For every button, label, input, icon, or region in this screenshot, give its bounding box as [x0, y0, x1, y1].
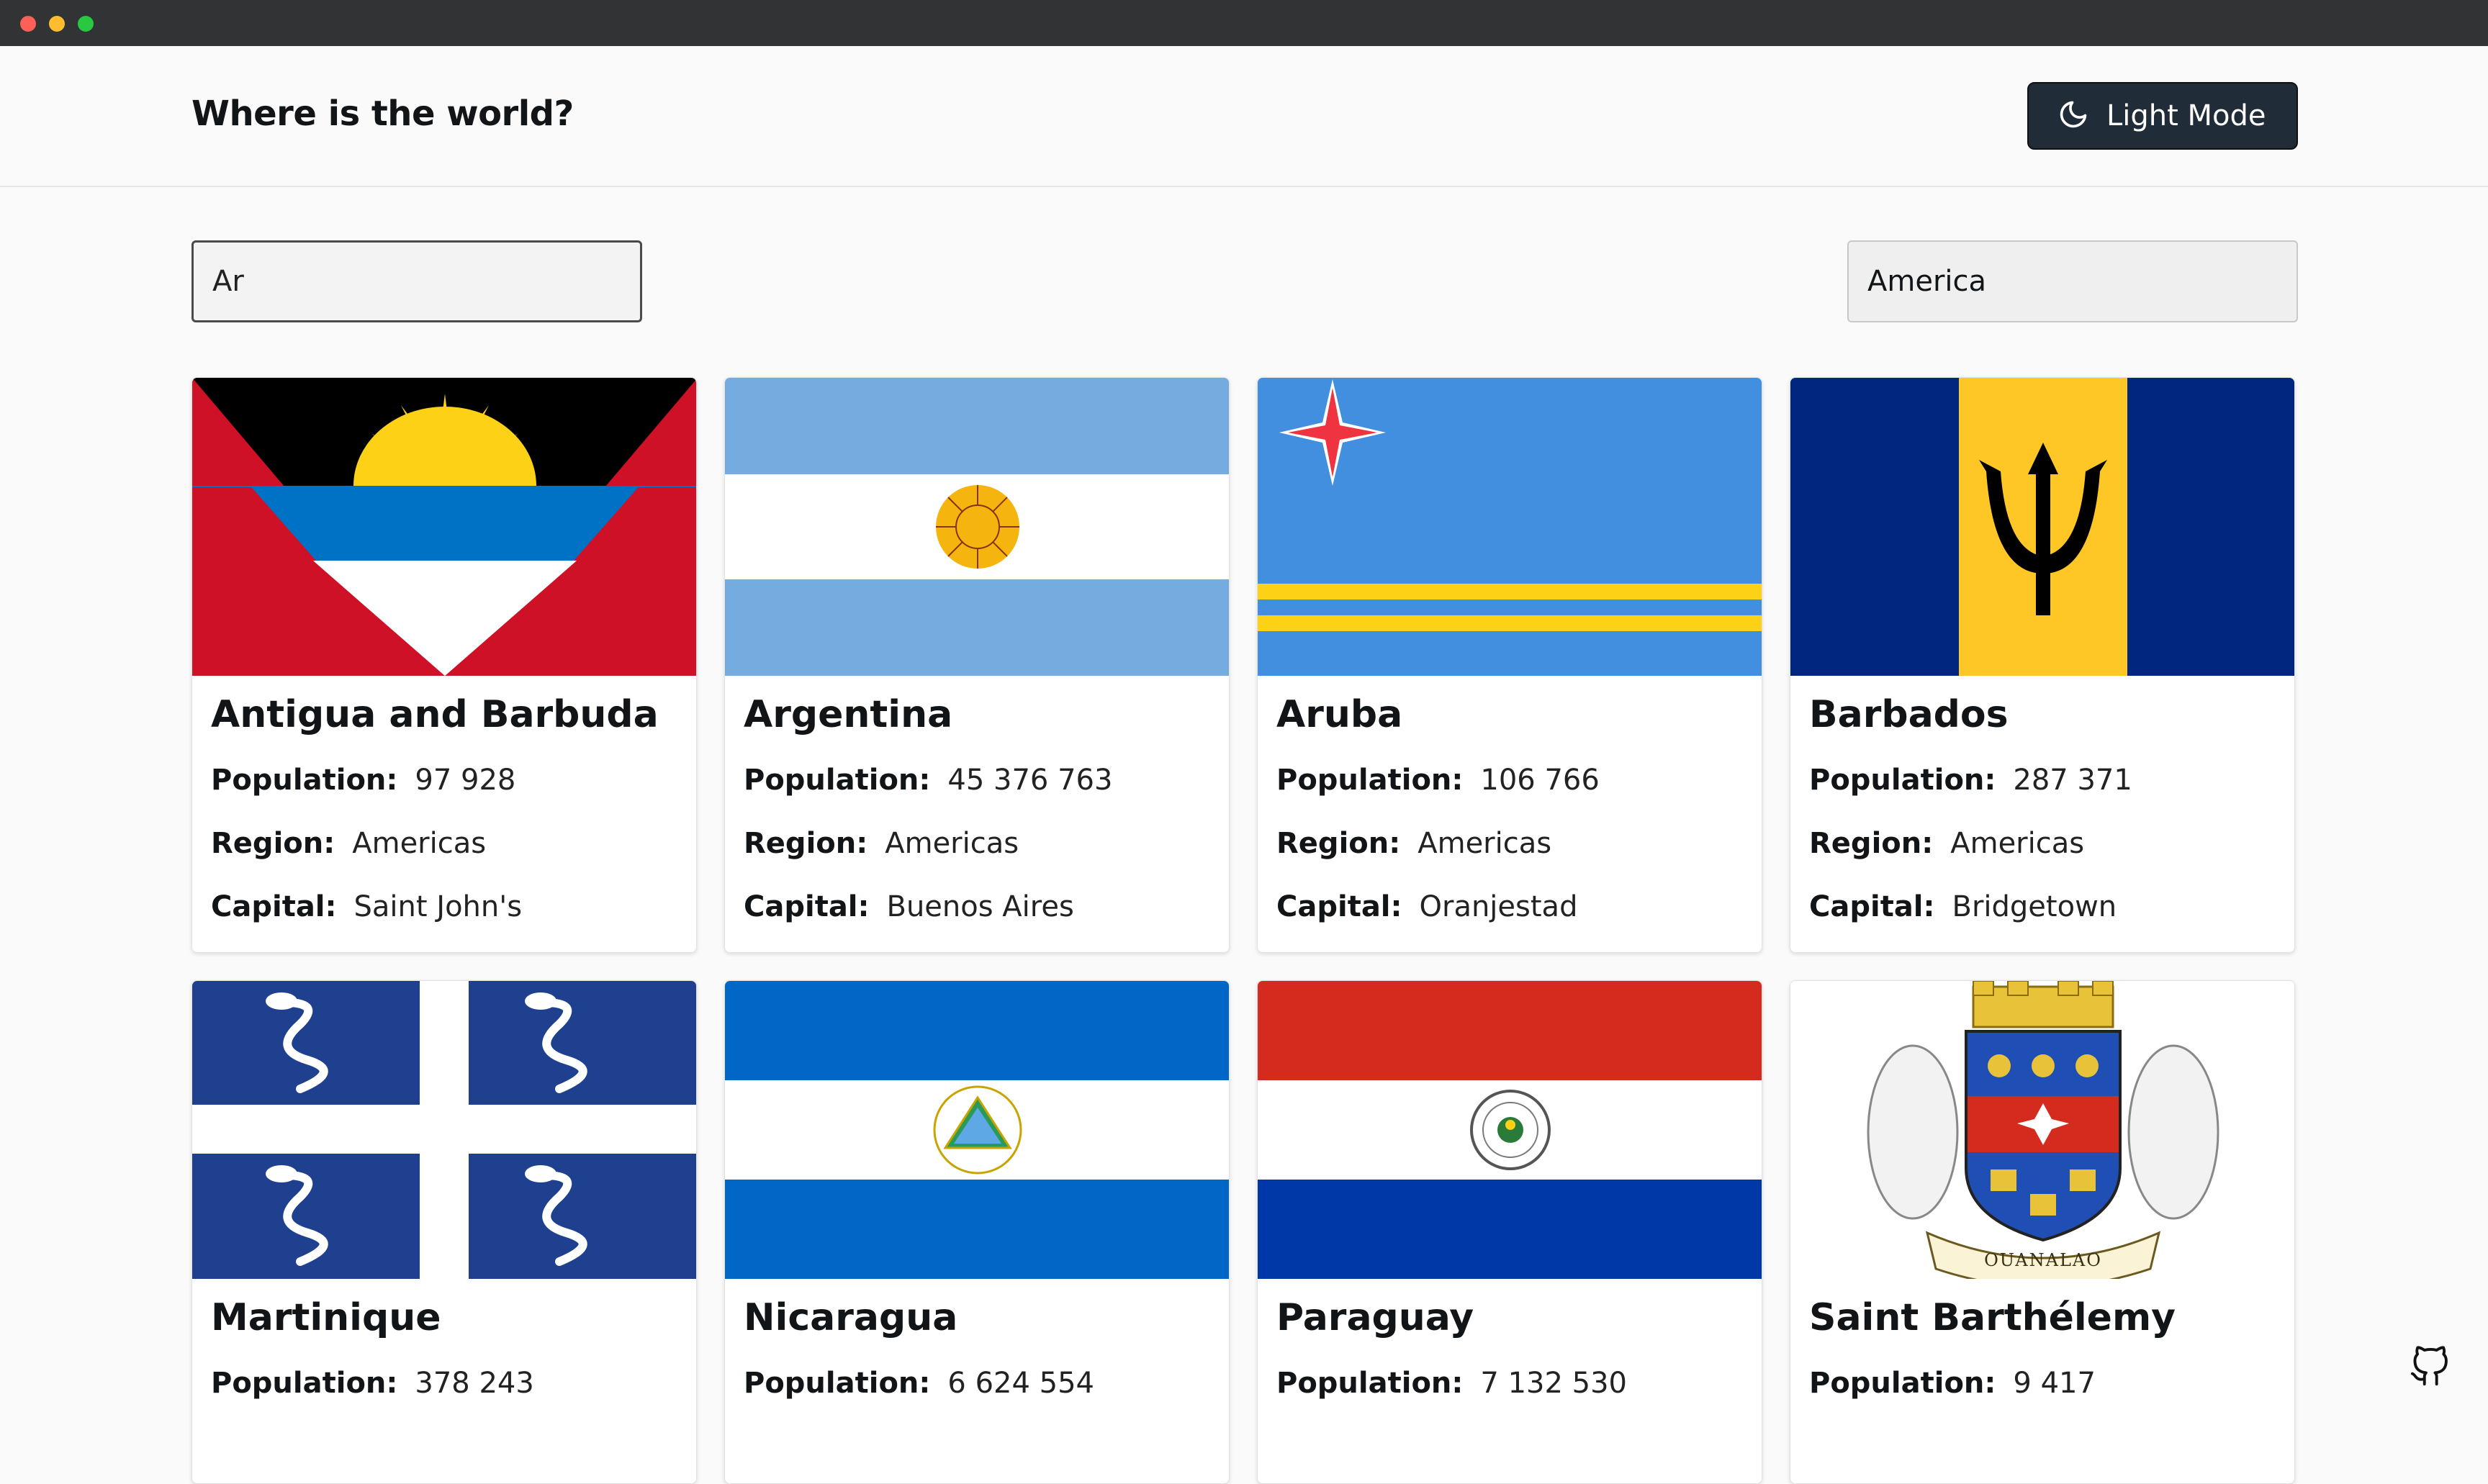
capital-value: Bridgetown — [1952, 890, 2117, 923]
country-name: Aruba — [1276, 693, 1403, 736]
capital-label: Capital: — [211, 890, 337, 923]
aruba-flag — [1258, 378, 1762, 676]
region-label: Region: — [1809, 827, 1934, 860]
region-label: Region: — [744, 827, 868, 860]
population-label: Population: — [1276, 764, 1464, 797]
population-label: Population: — [1809, 764, 1996, 797]
capital-label: Capital: — [1809, 890, 1935, 923]
theme-toggle-label: Light Mode — [2106, 99, 2266, 132]
country-card[interactable]: Paraguay Population: 7 132 530 — [1257, 980, 1762, 1484]
region-filter-select[interactable]: America — [1847, 240, 2298, 322]
capital-label: Capital: — [1276, 890, 1402, 923]
region-value: Americas — [1950, 827, 2085, 860]
country-card[interactable]: Barbados Population: 287 371 Region: Ameri… — [1790, 377, 2295, 953]
region-value: Americas — [885, 827, 1019, 860]
theme-toggle-button[interactable]: Light Mode — [2027, 82, 2298, 150]
country-name: Argentina — [744, 693, 953, 736]
country-name: Martinique — [211, 1296, 441, 1339]
country-name: Barbados — [1809, 693, 2009, 736]
country-card[interactable]: OUANALAO Saint Barthélemy Population: 9 4… — [1790, 980, 2295, 1484]
region-label: Region: — [211, 827, 335, 860]
country-card[interactable]: Argentina Population: 45 376 763 Region: A… — [724, 377, 1230, 953]
search-input[interactable] — [191, 240, 642, 322]
population-value: 45 376 763 — [947, 764, 1113, 797]
maximize-window-button[interactable] — [78, 16, 94, 32]
window-titlebar — [0, 0, 2488, 46]
capital-label: Capital: — [744, 890, 870, 923]
population-label: Population: — [211, 1367, 398, 1400]
country-name: Paraguay — [1276, 1296, 1474, 1339]
moon-icon — [2057, 99, 2089, 133]
capital-value: Oranjestad — [1419, 890, 1578, 923]
population-value: 7 132 530 — [1480, 1367, 1627, 1400]
region-label: Region: — [1276, 827, 1401, 860]
github-icon[interactable] — [2409, 1346, 2451, 1388]
population-value: 106 766 — [1480, 764, 1600, 797]
country-card[interactable]: Nicaragua Population: 6 624 554 — [724, 980, 1230, 1484]
country-card[interactable]: Antigua and Barbuda Population: 97 928 Re… — [191, 377, 697, 953]
close-window-button[interactable] — [20, 16, 36, 32]
population-label: Population: — [744, 1367, 931, 1400]
country-card[interactable]: Aruba Population: 106 766 Region: Americas… — [1257, 377, 1762, 953]
flag-motto: OUANALAO — [1984, 1250, 2102, 1270]
population-label: Population: — [211, 764, 398, 797]
country-name: Saint Barthélemy — [1809, 1296, 2176, 1339]
app-title: Where is the world? — [191, 94, 574, 134]
population-value: 9 417 — [2013, 1367, 2096, 1400]
country-card[interactable]: Martinique Population: 378 243 — [191, 980, 697, 1484]
app-header: Where is the world? Light Mode — [0, 46, 2488, 187]
antigua-flag — [192, 378, 696, 676]
argentina-flag — [725, 378, 1229, 676]
country-name: Nicaragua — [744, 1296, 958, 1339]
population-value: 378 243 — [415, 1367, 534, 1400]
population-label: Population: — [1276, 1367, 1464, 1400]
minimize-window-button[interactable] — [49, 16, 65, 32]
martinique-flag — [192, 981, 696, 1279]
capital-value: Saint John's — [353, 890, 523, 923]
population-label: Population: — [1809, 1367, 1996, 1400]
region-value: Americas — [352, 827, 487, 860]
paraguay-flag — [1258, 981, 1762, 1279]
nicaragua-flag — [725, 981, 1229, 1279]
country-name: Antigua and Barbuda — [211, 693, 659, 736]
capital-value: Buenos Aires — [886, 890, 1074, 923]
population-value: 287 371 — [2013, 764, 2132, 797]
population-value: 97 928 — [415, 764, 516, 797]
population-label: Population: — [744, 764, 931, 797]
barbados-flag — [1790, 378, 2294, 676]
population-value: 6 624 554 — [947, 1367, 1094, 1400]
saint-barthelemy-flag: OUANALAO — [1790, 981, 2294, 1279]
region-value: Americas — [1417, 827, 1552, 860]
